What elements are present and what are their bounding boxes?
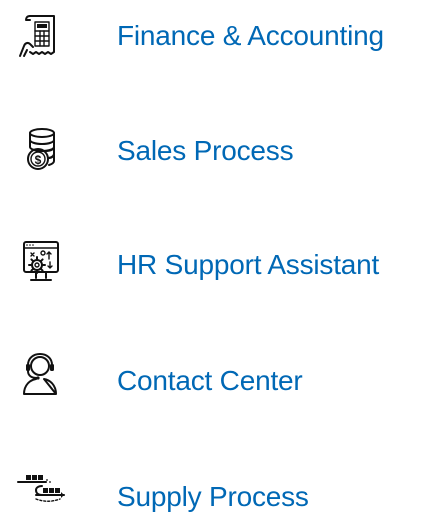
menu-item-supply-process[interactable]: Supply Process <box>0 466 448 526</box>
menu-item-label: Finance & Accounting <box>117 20 384 51</box>
receipt-calculator-icon <box>16 14 64 58</box>
solutions-menu: Finance & Accounting $ Sales Process HR … <box>0 0 448 514</box>
menu-item-label: Sales Process <box>117 135 294 166</box>
menu-item-label: Supply Process <box>117 481 309 512</box>
monitor-gear-icon <box>16 240 64 284</box>
menu-item-finance-accounting[interactable]: Finance & Accounting <box>0 6 448 66</box>
menu-item-label: HR Support Assistant <box>117 249 380 280</box>
svg-text:$: $ <box>35 153 42 167</box>
coin-stack-dollar-icon: $ <box>16 127 64 171</box>
menu-item-hr-support-assistant[interactable]: HR Support Assistant <box>0 236 448 296</box>
headset-agent-icon <box>16 352 64 396</box>
menu-item-contact-center[interactable]: Contact Center <box>0 351 448 411</box>
supply-flow-icon <box>16 468 65 512</box>
menu-item-sales-process[interactable]: $ Sales Process <box>0 121 448 181</box>
menu-item-label: Contact Center <box>117 365 303 396</box>
